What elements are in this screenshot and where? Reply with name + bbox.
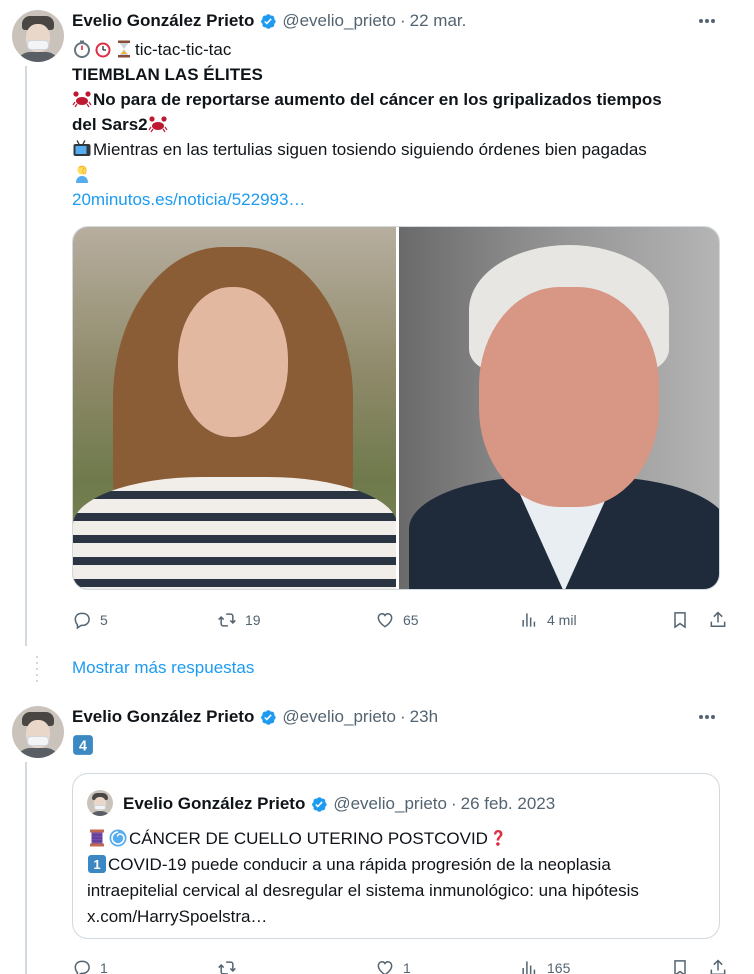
tweet-date[interactable]: 23h bbox=[410, 707, 438, 727]
retweet-icon bbox=[218, 961, 236, 974]
views-bar-chart-icon bbox=[522, 613, 536, 627]
tweet-line-1: tic-tac-tic-tac bbox=[135, 40, 232, 59]
television-emoji-icon bbox=[73, 140, 91, 156]
keycap-number: 1 bbox=[93, 857, 100, 872]
more-options-icon[interactable] bbox=[696, 10, 718, 32]
quoted-tweet-text: CÁNCER DE CUELLO UTERINO POSTCOVID 1 COVI… bbox=[87, 826, 709, 930]
like-button[interactable]: 1 bbox=[375, 958, 519, 974]
bookmark-icon bbox=[674, 960, 686, 974]
author-name[interactable]: Evelio González Prieto bbox=[72, 707, 254, 727]
verified-badge-icon bbox=[261, 709, 276, 725]
quoted-author-name: Evelio González Prieto bbox=[123, 794, 306, 813]
like-button[interactable]: 65 bbox=[375, 610, 519, 630]
bookmark-icon bbox=[674, 612, 686, 629]
heart-icon bbox=[377, 612, 393, 628]
tweet-line-4: del Sars2 bbox=[72, 115, 148, 134]
man-facepalming-emoji-icon bbox=[76, 165, 88, 183]
tweet-1[interactable]: Evelio González Prieto @evelio_prieto · … bbox=[0, 0, 754, 646]
retweet-icon bbox=[218, 613, 236, 627]
quoted-link[interactable]: x.com/HarrySpoelstra… bbox=[87, 904, 709, 930]
separator-dot: · bbox=[399, 707, 406, 726]
views-count: 165 bbox=[547, 960, 571, 974]
reply-button[interactable]: 5 bbox=[72, 610, 217, 630]
reply-icon bbox=[74, 960, 90, 974]
views-button[interactable]: 165 bbox=[519, 958, 670, 974]
author-handle[interactable]: @evelio_prieto bbox=[282, 707, 396, 727]
keycap-number: 4 bbox=[79, 739, 87, 755]
tweet-line-5: Mientras en las tertulias siguen tosiend… bbox=[93, 140, 647, 159]
verified-badge-icon bbox=[261, 13, 276, 29]
heart-icon bbox=[377, 960, 393, 974]
author-handle[interactable]: @evelio_prieto bbox=[282, 11, 396, 31]
media-photo-man[interactable] bbox=[399, 227, 719, 589]
crab-emoji-icon bbox=[72, 91, 92, 108]
tweet-text: 4 bbox=[72, 734, 734, 759]
tweet-media-grid[interactable] bbox=[72, 226, 720, 590]
media-photo-woman[interactable] bbox=[73, 227, 396, 589]
share-button[interactable] bbox=[708, 958, 732, 974]
quoted-line-2: COVID-19 puede conducir a una rápida pro… bbox=[108, 855, 611, 874]
thread-spool-emoji-icon bbox=[90, 829, 104, 847]
views-bar-chart-icon bbox=[522, 961, 536, 974]
crab-emoji-icon bbox=[148, 116, 168, 133]
tweet-link[interactable]: 20minutos.es/noticia/522993… bbox=[72, 187, 734, 212]
red-question-mark-emoji-icon bbox=[493, 830, 503, 846]
separator-dot: · bbox=[450, 794, 457, 813]
separator-dot: · bbox=[399, 11, 406, 30]
tweet-line-2: TIEMBLAN LAS ÉLITES bbox=[72, 65, 263, 84]
reply-button[interactable]: 1 bbox=[72, 958, 217, 974]
thread-connector-line bbox=[25, 66, 27, 646]
tweet-text: tic-tac-tic-tac TIEMBLAN LAS ÉLITES No p… bbox=[72, 37, 734, 212]
bookmark-button[interactable] bbox=[670, 610, 708, 630]
share-icon bbox=[710, 611, 726, 627]
thread-dotted-connector bbox=[36, 656, 38, 682]
stopwatch-emoji-icon bbox=[74, 40, 90, 58]
quoted-tweet-date: 26 feb. 2023 bbox=[460, 794, 556, 813]
quoted-line-3: intraepitelial cervical al desregular el… bbox=[87, 881, 639, 900]
thread-connector-line bbox=[25, 762, 27, 974]
tweet-line-3: No para de reportarse aumento del cáncer… bbox=[93, 90, 662, 109]
hourglass-emoji-icon bbox=[118, 40, 130, 58]
retweet-button[interactable]: 19 bbox=[217, 610, 375, 630]
tweet-actions: 5 19 65 4 mil bbox=[72, 608, 734, 632]
author-avatar[interactable] bbox=[12, 706, 64, 758]
like-count: 65 bbox=[403, 612, 419, 628]
author-name[interactable]: Evelio González Prieto bbox=[72, 11, 254, 31]
quoted-line-1: CÁNCER DE CUELLO UTERINO POSTCOVID bbox=[129, 829, 488, 848]
views-button[interactable]: 4 mil bbox=[519, 610, 670, 630]
verified-badge-icon bbox=[312, 796, 327, 812]
quoted-author-handle: @evelio_prieto bbox=[333, 794, 447, 813]
tweet-actions: 1 1 165 bbox=[72, 956, 734, 974]
reply-icon bbox=[74, 612, 90, 630]
retweet-button[interactable] bbox=[217, 958, 375, 974]
reply-count: 5 bbox=[100, 612, 108, 628]
alarm-clock-emoji-icon bbox=[95, 42, 111, 58]
retweet-count: 19 bbox=[245, 612, 261, 628]
author-avatar[interactable] bbox=[12, 10, 64, 62]
quoted-tweet[interactable]: Evelio González Prieto @evelio_prieto · … bbox=[72, 773, 720, 939]
show-more-replies-link[interactable]: Mostrar más respuestas bbox=[72, 658, 254, 678]
views-count: 4 mil bbox=[547, 612, 577, 628]
like-count: 1 bbox=[403, 960, 411, 974]
share-icon bbox=[710, 959, 726, 974]
tweet-date[interactable]: 22 mar. bbox=[410, 11, 467, 31]
share-button[interactable] bbox=[708, 610, 732, 630]
keycap-number-emoji-icon: 4 bbox=[73, 735, 93, 755]
more-options-icon[interactable] bbox=[696, 706, 718, 728]
quoted-author-avatar bbox=[87, 790, 113, 816]
bookmark-button[interactable] bbox=[670, 958, 708, 974]
reply-count: 1 bbox=[100, 960, 108, 974]
keycap-number-emoji-icon: 1 bbox=[88, 855, 106, 873]
cyclone-emoji-icon bbox=[109, 829, 127, 847]
